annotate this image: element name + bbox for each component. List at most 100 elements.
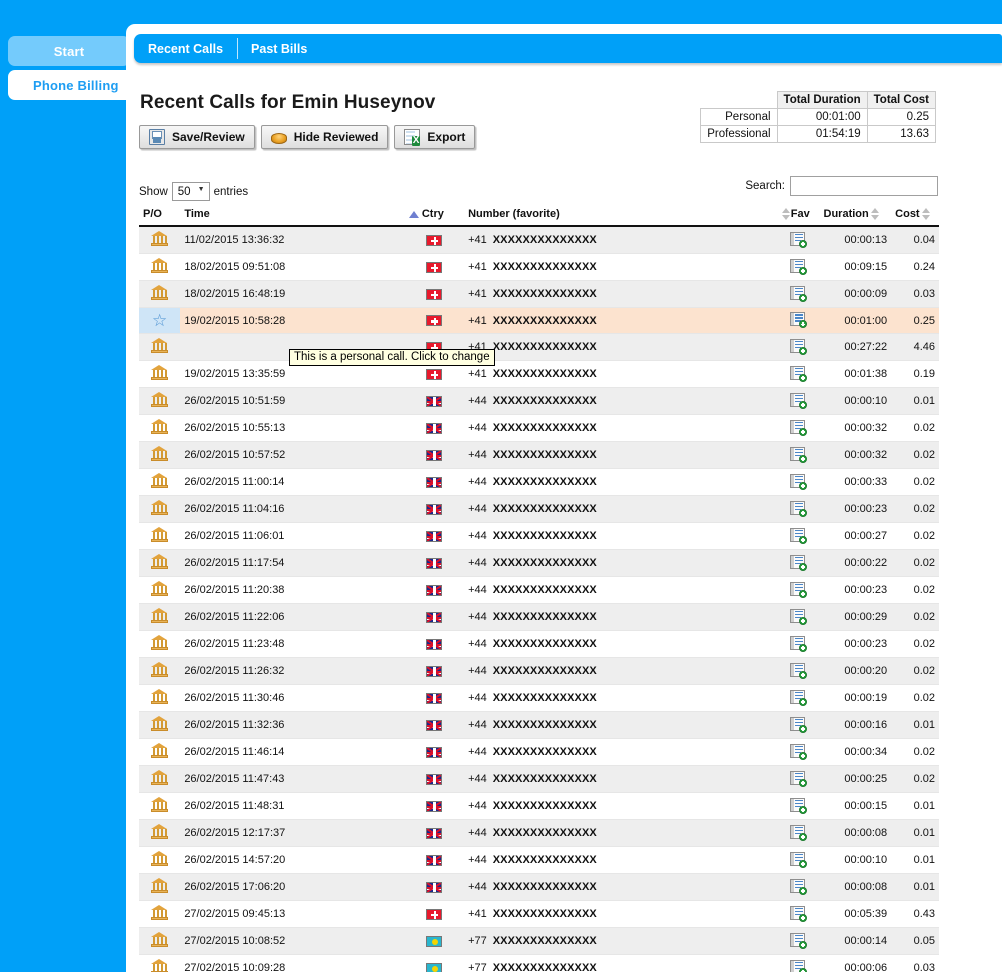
tab-past-bills[interactable]: Past Bills <box>237 34 321 63</box>
call-type-cell[interactable] <box>139 522 181 551</box>
favorite-cell[interactable] <box>775 522 820 551</box>
favorite-cell[interactable] <box>775 414 820 443</box>
table-row[interactable]: 26/02/2015 17:06:20 +44 XXXXXXXXXXXXXX 00:0… <box>139 873 939 902</box>
call-type-cell[interactable] <box>139 495 181 524</box>
table-row[interactable]: 18/02/2015 16:48:19 +41 XXXXXXXXXXXXXX 00:0… <box>139 280 939 309</box>
call-type-cell[interactable] <box>139 846 181 875</box>
favorite-cell[interactable] <box>775 226 820 255</box>
column-header-duration[interactable]: Duration <box>819 204 892 228</box>
call-type-cell[interactable] <box>139 792 181 821</box>
call-type-cell[interactable] <box>139 387 181 416</box>
call-type-cell[interactable] <box>139 468 181 497</box>
table-row[interactable]: 26/02/2015 11:23:48 +44 XXXXXXXXXXXXXX 00:0… <box>139 630 939 659</box>
call-type-cell[interactable] <box>139 603 181 632</box>
export-button[interactable]: Export <box>394 125 476 149</box>
table-row[interactable]: 26/02/2015 11:20:38 +44 XXXXXXXXXXXXXX 00:0… <box>139 576 939 605</box>
column-header-po[interactable]: P/O <box>139 204 181 228</box>
favorite-cell[interactable] <box>775 333 820 362</box>
table-row[interactable]: 26/02/2015 10:57:52 +44 XXXXXXXXXXXXXX 00:0… <box>139 441 939 470</box>
add-contact-icon[interactable] <box>790 959 808 972</box>
table-row[interactable]: 26/02/2015 11:46:14 +44 XXXXXXXXXXXXXX 00:0… <box>139 738 939 767</box>
column-header-time[interactable]: Time <box>180 204 405 228</box>
call-type-cell[interactable] <box>139 441 181 470</box>
favorite-cell[interactable] <box>775 792 820 821</box>
call-type-cell[interactable] <box>139 711 181 740</box>
call-type-cell[interactable] <box>139 873 181 902</box>
add-contact-icon[interactable] <box>790 905 808 922</box>
favorite-cell[interactable] <box>775 630 820 659</box>
favorite-cell[interactable] <box>775 495 820 524</box>
call-type-cell[interactable] <box>139 657 181 686</box>
add-contact-icon[interactable] <box>790 932 808 949</box>
add-contact-icon[interactable] <box>790 635 808 652</box>
add-contact-icon[interactable] <box>790 527 808 544</box>
table-row[interactable]: 26/02/2015 11:00:14 +44 XXXXXXXXXXXXXX 00:0… <box>139 468 939 497</box>
favorite-cell[interactable] <box>775 765 820 794</box>
call-type-cell[interactable] <box>139 738 181 767</box>
favorite-cell[interactable] <box>775 819 820 848</box>
call-type-cell[interactable] <box>139 576 181 605</box>
table-row[interactable]: 19/02/2015 13:35:59 +41 XXXXXXXXXXXXXX 00:0… <box>139 360 939 389</box>
add-contact-icon[interactable] <box>790 608 808 625</box>
column-header-number[interactable]: Number (favorite) <box>464 204 776 228</box>
add-contact-icon[interactable] <box>790 662 808 679</box>
call-type-cell[interactable] <box>139 954 181 972</box>
favorite-cell[interactable] <box>775 738 820 767</box>
call-type-cell[interactable] <box>139 280 181 309</box>
table-row[interactable]: 26/02/2015 11:17:54 +44 XXXXXXXXXXXXXX 00:0… <box>139 549 939 578</box>
column-header-cost[interactable]: Cost <box>891 204 939 228</box>
table-row[interactable]: 27/02/2015 10:08:52 +77 XXXXXXXXXXXXXX 00:0… <box>139 927 939 956</box>
call-type-cell[interactable] <box>139 927 181 956</box>
add-contact-icon[interactable] <box>790 231 808 248</box>
table-row[interactable]: 26/02/2015 10:55:13 +44 XXXXXXXXXXXXXX 00:0… <box>139 414 939 443</box>
call-type-cell[interactable] <box>139 549 181 578</box>
favorite-cell[interactable] <box>775 846 820 875</box>
add-contact-icon[interactable] <box>790 446 808 463</box>
call-type-cell[interactable] <box>139 414 181 443</box>
favorite-cell[interactable] <box>775 927 820 956</box>
table-row[interactable]: 11/02/2015 13:36:32 +41 XXXXXXXXXXXXXX 00:0… <box>139 226 939 255</box>
table-row[interactable]: 26/02/2015 12:17:37 +44 XXXXXXXXXXXXXX 00:0… <box>139 819 939 848</box>
call-type-cell[interactable] <box>139 684 181 713</box>
add-contact-icon[interactable] <box>790 554 808 571</box>
add-contact-icon[interactable] <box>790 419 808 436</box>
sidebar-item-phone-billing[interactable]: Phone Billing <box>8 70 138 100</box>
favorite-cell[interactable] <box>775 900 820 929</box>
favorite-cell[interactable] <box>775 711 820 740</box>
add-contact-icon[interactable] <box>790 392 808 409</box>
add-contact-icon[interactable] <box>790 716 808 733</box>
table-row[interactable]: +41 XXXXXXXXXXXXXX 00:27:22 4.46 <box>139 333 939 362</box>
add-contact-icon[interactable] <box>790 285 808 302</box>
call-type-cell[interactable] <box>139 765 181 794</box>
call-type-cell[interactable] <box>139 819 181 848</box>
add-contact-icon[interactable] <box>790 473 808 490</box>
add-contact-icon[interactable] <box>790 689 808 706</box>
table-row[interactable]: 27/02/2015 10:09:28 +77 XXXXXXXXXXXXXX 00:0… <box>139 954 939 972</box>
table-row[interactable]: 26/02/2015 11:04:16 +44 XXXXXXXXXXXXXX 00:0… <box>139 495 939 524</box>
favorite-cell[interactable] <box>775 954 820 972</box>
add-contact-icon[interactable] <box>790 824 808 841</box>
table-row[interactable]: 26/02/2015 14:57:20 +44 XXXXXXXXXXXXXX 00:0… <box>139 846 939 875</box>
favorite-cell[interactable] <box>775 873 820 902</box>
table-row[interactable]: ☆ 19/02/2015 10:58:28 +41 XXXXXXXXXXXXXX 00:… <box>139 307 939 335</box>
add-contact-icon[interactable] <box>790 312 808 329</box>
table-row[interactable]: 18/02/2015 09:51:08 +41 XXXXXXXXXXXXXX 00:0… <box>139 253 939 282</box>
favorite-cell[interactable] <box>775 468 820 497</box>
call-type-cell[interactable] <box>139 630 181 659</box>
table-row[interactable]: 26/02/2015 11:30:46 +44 XXXXXXXXXXXXXX 00:0… <box>139 684 939 713</box>
add-contact-icon[interactable] <box>790 878 808 895</box>
favorite-cell[interactable] <box>775 307 820 335</box>
call-type-cell[interactable] <box>139 253 181 282</box>
call-type-cell[interactable] <box>139 360 181 389</box>
add-contact-icon[interactable] <box>790 338 808 355</box>
call-type-cell[interactable] <box>139 333 181 362</box>
save-review-button[interactable]: Save/Review <box>139 125 255 149</box>
favorite-cell[interactable] <box>775 684 820 713</box>
favorite-cell[interactable] <box>775 603 820 632</box>
favorite-cell[interactable] <box>775 657 820 686</box>
search-input[interactable] <box>790 176 938 196</box>
favorite-cell[interactable] <box>775 549 820 578</box>
favorite-cell[interactable] <box>775 576 820 605</box>
call-type-cell[interactable] <box>139 226 181 255</box>
table-row[interactable]: 26/02/2015 11:26:32 +44 XXXXXXXXXXXXXX 00:0… <box>139 657 939 686</box>
